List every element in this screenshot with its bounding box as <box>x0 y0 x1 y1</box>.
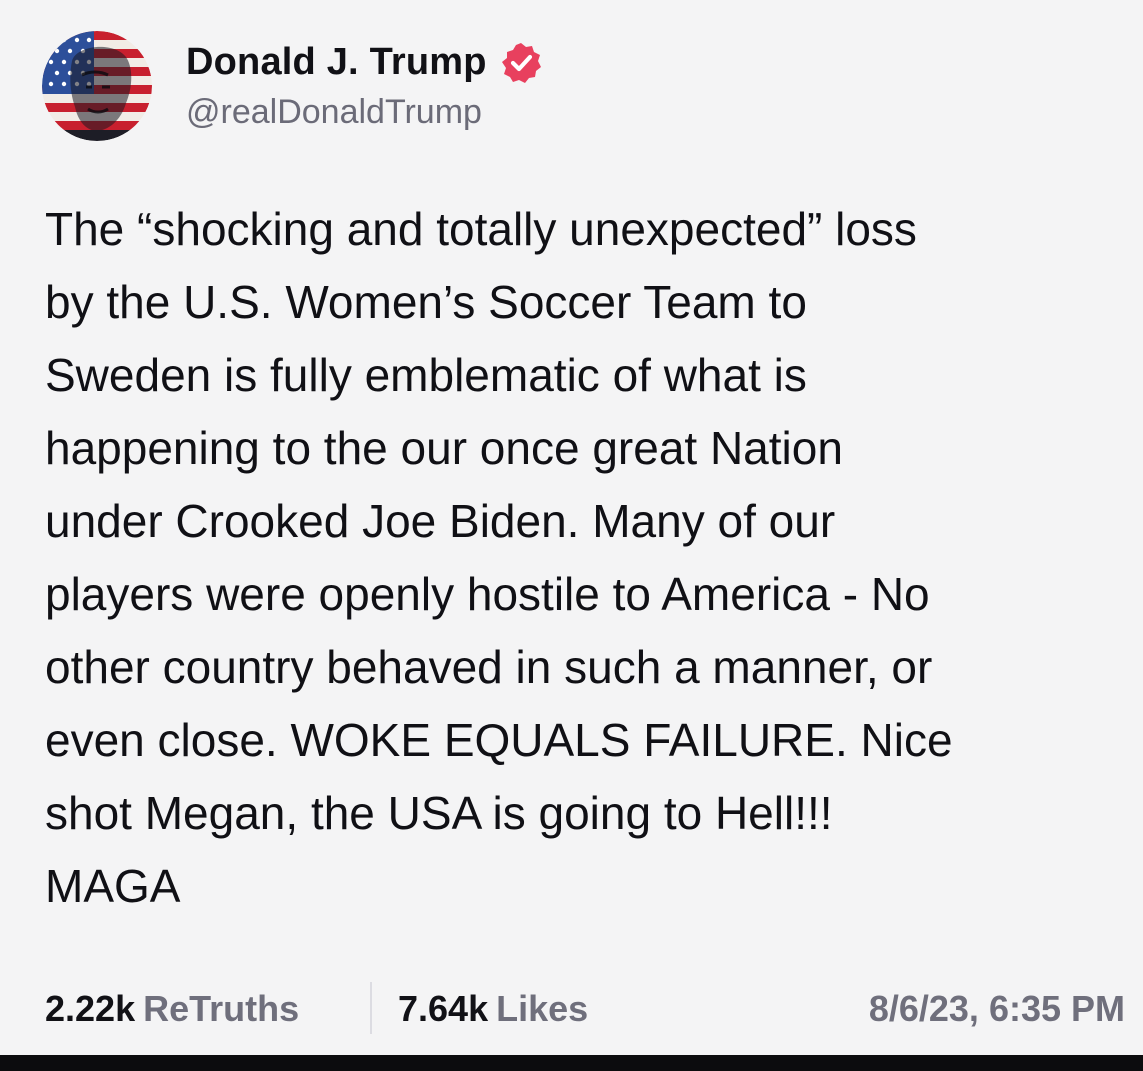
post-body-line: shot Megan, the USA is going to Hell!!! <box>45 787 833 839</box>
post-timestamp[interactable]: 8/6/23, 6:35 PM <box>869 988 1125 1030</box>
likes-count: 7.64k <box>398 988 489 1029</box>
bottom-edge-bar <box>0 1055 1143 1071</box>
retruths-stat[interactable]: 2.22k ReTruths <box>45 988 299 1030</box>
author-display-name[interactable]: Donald J. Trump <box>186 41 487 84</box>
post-body-line: under Crooked Joe Biden. Many of our <box>45 495 836 547</box>
post-body-line: other country behaved in such a manner, … <box>45 641 933 693</box>
post-body-line: MAGA <box>45 860 181 912</box>
post-body-line: by the U.S. Women’s Soccer Team to <box>45 276 807 328</box>
retruths-label: ReTruths <box>143 988 300 1029</box>
post-body: The “shocking and totally unexpected” lo… <box>45 193 1125 923</box>
flag-portrait-avatar-icon <box>42 31 152 141</box>
post-body-line: even close. WOKE EQUALS FAILURE. Nice <box>45 714 953 766</box>
author-handle[interactable]: @realDonaldTrump <box>186 93 543 132</box>
truth-post: Donald J. Trump @realDonaldTrump The “sh… <box>0 0 1143 1055</box>
post-header: Donald J. Trump @realDonaldTrump <box>42 30 543 142</box>
stats-divider <box>370 982 372 1034</box>
likes-stat[interactable]: 7.64k Likes <box>398 988 588 1030</box>
post-body-line: players were openly hostile to America -… <box>45 568 930 620</box>
name-row: Donald J. Trump <box>186 41 543 85</box>
avatar[interactable] <box>42 31 152 141</box>
post-body-line: Sweden is fully emblematic of what is <box>45 349 807 401</box>
retruths-count: 2.22k <box>45 988 136 1029</box>
verified-badge-icon <box>499 41 543 85</box>
likes-label: Likes <box>496 988 589 1029</box>
post-body-line: The “shocking and totally unexpected” lo… <box>45 203 917 255</box>
post-body-line: happening to the our once great Nation <box>45 422 843 474</box>
post-footer: 2.22k ReTruths 7.64k Likes 8/6/23, 6:35 PM <box>45 980 1125 1040</box>
author-identity: Donald J. Trump @realDonaldTrump <box>186 41 543 132</box>
